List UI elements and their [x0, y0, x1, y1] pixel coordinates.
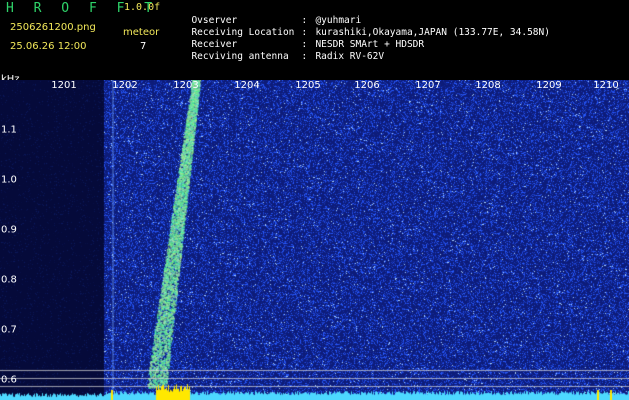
x-tick-label: 1210 — [593, 80, 619, 91]
antenna-sep: : — [301, 51, 308, 62]
y-tick-label: 1.0 — [1, 174, 17, 186]
version-label: 1.0.0f — [124, 2, 161, 13]
x-tick-label: 1204 — [234, 80, 260, 91]
y-tick-label: 0.7 — [1, 324, 17, 336]
x-tick-label: 1201 — [51, 80, 77, 91]
x-tick-label: 1202 — [112, 80, 138, 91]
spectrogram-canvas — [0, 80, 629, 400]
antenna-row: Recviving antenna: Radix RV-62V — [180, 40, 384, 62]
mode-label: meteor — [123, 27, 160, 38]
x-tick-label: 1207 — [415, 80, 441, 91]
x-tick-label: 1209 — [536, 80, 562, 91]
meteor-count: 7 — [140, 41, 147, 52]
x-tick-label: 1206 — [354, 80, 380, 91]
timestamp: 25.06.26 12:00 — [10, 41, 87, 52]
y-tick-label: 0.6 — [1, 374, 17, 386]
y-tick-label: 1.1 — [1, 124, 17, 136]
y-tick-label: 0.8 — [1, 274, 17, 286]
antenna-key: Recviving antenna — [191, 51, 289, 62]
x-tick-label: 1205 — [295, 80, 321, 91]
antenna-value: Radix RV-62V — [315, 51, 385, 62]
x-tick-label: 1203 — [173, 80, 199, 91]
file-name: 2506261200.png — [10, 22, 96, 33]
y-tick-label: 0.9 — [1, 224, 17, 236]
spectrogram-panel: 1201 1202 1203 1204 1205 1206 1207 1208 … — [0, 80, 629, 400]
x-tick-label: 1208 — [475, 80, 501, 91]
